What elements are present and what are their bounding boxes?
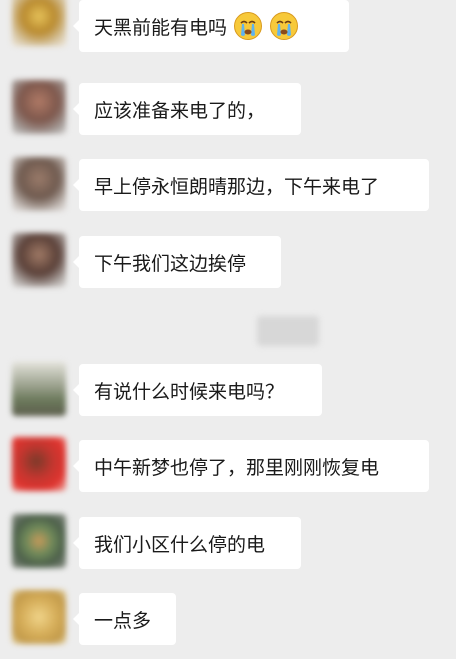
message-text: 早上停永恒朗晴那边，下午来电了	[94, 175, 380, 198]
message-bubble[interactable]: 一点多	[73, 593, 176, 645]
message-text: 一点多	[94, 609, 152, 632]
avatar[interactable]	[12, 0, 66, 46]
avatar[interactable]	[12, 590, 66, 644]
message-bubble[interactable]: 中午新梦也停了，那里刚刚恢复电	[73, 440, 429, 492]
message-bubble[interactable]: 天黑前能有电吗	[73, 0, 349, 52]
message-text: 天黑前能有电吗	[94, 16, 228, 39]
avatar[interactable]	[12, 233, 66, 287]
message-bubble[interactable]: 我们小区什么停的电	[73, 517, 301, 569]
message-text: 我们小区什么停的电	[94, 533, 266, 556]
timestamp-divider	[257, 316, 319, 346]
avatar[interactable]	[12, 437, 66, 491]
avatar[interactable]	[12, 80, 66, 134]
message-bubble[interactable]: 有说什么时候来电吗？	[73, 364, 322, 416]
message-text: 有说什么时候来电吗？	[94, 380, 285, 403]
message-bubble[interactable]: 下午我们这边挨停	[73, 236, 281, 288]
crying-face-icon	[233, 11, 263, 41]
avatar[interactable]	[12, 514, 66, 568]
crying-face-icon	[269, 11, 299, 41]
message-bubble[interactable]: 应该准备来电了的，	[73, 83, 301, 135]
avatar[interactable]	[12, 157, 66, 211]
message-text: 下午我们这边挨停	[94, 252, 247, 275]
message-text: 应该准备来电了的，	[94, 99, 266, 122]
message-text: 中午新梦也停了，那里刚刚恢复电	[94, 456, 380, 479]
message-bubble[interactable]: 早上停永恒朗晴那边，下午来电了	[73, 159, 429, 211]
avatar[interactable]	[12, 362, 66, 416]
